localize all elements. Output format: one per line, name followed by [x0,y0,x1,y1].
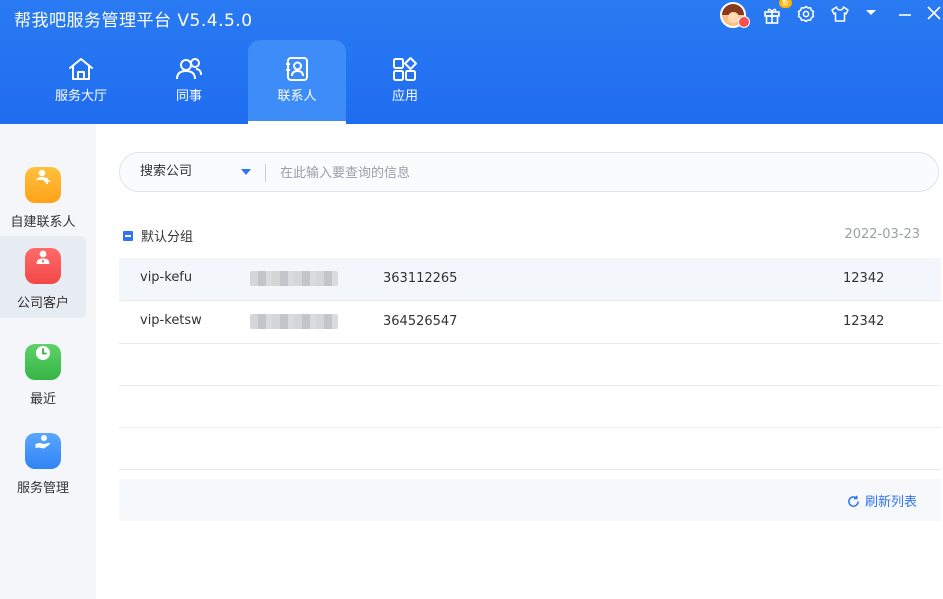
search-scope-select[interactable]: 搜索公司 [140,153,192,191]
search-bar: 搜索公司 [119,152,939,192]
tab-colleagues[interactable]: 同事 [140,40,238,124]
app-title: 帮我吧服务管理平台 V5.4.5.0 [14,11,253,31]
tab-contacts[interactable]: 联系人 [248,40,346,124]
redacted-field [250,271,338,286]
sidebar: 自建联系人 公司客户 最近 服务管理 [0,124,96,599]
sidebar-item-label: 自建联系人 [10,215,76,230]
service-hand-icon [25,433,61,469]
contact-id: 363112265 [383,271,458,286]
minimize-icon[interactable] [897,6,913,22]
contact-code: 12342 [843,271,885,286]
contact-book-icon [286,57,308,81]
customer-icon [25,248,61,284]
table-row[interactable]: vip-kefu 363112265 12342 [119,258,941,301]
contact-id: 364526547 [383,314,458,329]
app-header: 帮我吧服务管理平台 V5.4.5.0 服务大厅 同事 联系人 应用 新 [0,0,943,124]
divider [265,164,266,182]
contact-list: vip-kefu 363112265 12342 vip-ketsw 36452… [119,258,941,470]
search-input[interactable] [278,159,922,187]
empty-row [119,344,941,386]
home-icon [69,58,93,80]
collapse-icon[interactable] [123,231,133,241]
gift-icon[interactable] [763,6,781,24]
skin-shirt-icon[interactable] [830,5,850,23]
redacted-field [250,314,338,329]
sidebar-item-self-contacts[interactable]: 自建联系人 [0,158,86,242]
group-name[interactable]: 默认分组 [141,226,193,245]
group-header: 默认分组 2022-03-23 [119,222,924,248]
sidebar-item-label: 公司客户 [16,296,69,311]
sidebar-item-company-customers[interactable]: 公司客户 [0,236,86,318]
tab-label: 联系人 [277,89,317,104]
tab-service-hall[interactable]: 服务大厅 [32,40,130,124]
tab-label: 应用 [391,89,418,104]
tab-apps[interactable]: 应用 [356,40,454,124]
refresh-label: 刷新列表 [864,495,917,510]
settings-icon[interactable] [797,5,815,23]
empty-row [119,386,941,428]
apps-grid-icon [393,57,417,81]
empty-row [119,428,941,470]
close-icon[interactable] [926,5,942,21]
contact-name: vip-kefu [140,270,193,285]
list-footer: 刷新列表 [119,479,941,521]
clock-icon [25,344,61,380]
table-row[interactable]: vip-ketsw 364526547 12342 [119,301,941,344]
group-date: 2022-03-23 [844,227,920,242]
refresh-list-button[interactable]: 刷新列表 [847,491,917,510]
contact-code: 12342 [843,314,885,329]
sidebar-item-label: 服务管理 [16,481,69,496]
sidebar-item-recent[interactable]: 最近 [0,335,86,419]
sidebar-item-label: 最近 [29,392,56,407]
contact-name: vip-ketsw [140,313,202,328]
sidebar-item-service-management[interactable]: 服务管理 [0,424,86,508]
status-badge [738,16,750,28]
chevron-down-icon[interactable] [241,169,251,175]
tab-label: 同事 [175,89,202,104]
new-badge: 新 [779,0,792,8]
contact-add-icon [25,167,61,203]
dropdown-arrow-icon[interactable] [865,9,877,17]
tab-label: 服务大厅 [54,89,107,104]
colleagues-icon [176,58,202,80]
refresh-icon [848,495,859,507]
